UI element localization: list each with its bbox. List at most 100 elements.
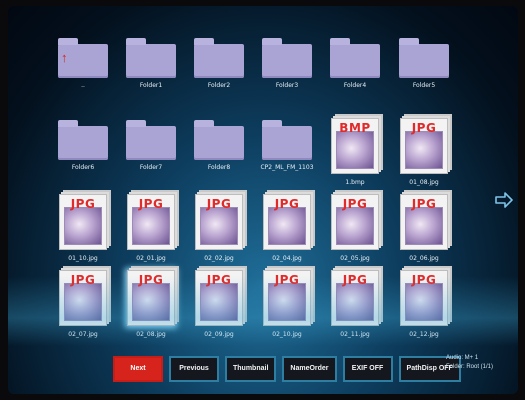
image-thumbnail-item[interactable]: JPG 02_08.jpg [120,270,182,340]
file-format-badge: JPG [206,197,232,211]
photo-preview [268,283,306,321]
photo-preview [405,131,443,169]
next-page-arrow-icon[interactable] [494,190,514,210]
folder-item[interactable]: Folder7 [120,118,182,188]
folder-icon [58,120,108,160]
up-arrow-icon: ↑ [61,50,68,65]
image-file-icon: JPG [331,270,379,326]
exif-off-button[interactable]: EXIF OFF [342,356,393,382]
image-file-icon: JPG [59,270,107,326]
folder-icon [399,38,449,78]
folder-icon [262,120,312,160]
file-format-badge: JPG [342,273,368,287]
previous-button[interactable]: Previous [169,356,219,382]
item-label: .. [81,82,85,89]
image-file-icon: BMP [331,118,379,174]
file-format-badge: JPG [274,197,300,211]
file-format-badge: JPG [411,121,437,135]
photo-preview [132,207,170,245]
item-label: Folder7 [139,164,163,171]
file-format-badge: JPG [138,197,164,211]
image-file-icon: JPG [195,270,243,326]
item-label: Folder5 [412,82,436,89]
folder-item[interactable]: Folder3 [256,36,318,106]
item-label: 02_12.jpg [409,331,439,338]
folder-icon [126,38,176,78]
image-file-icon: JPG [400,118,448,174]
photo-preview [132,283,170,321]
item-label: 02_06.jpg [409,255,439,262]
photo-preview [405,283,443,321]
image-thumbnail-item[interactable]: JPG 02_06.jpg [393,194,455,264]
file-format-badge: JPG [206,273,232,287]
item-label: Folder4 [343,82,367,89]
file-format-badge: JPG [342,197,368,211]
photo-browser-screen: ↑.. Folder1 Folder2 Folder3 Folder4 Folder5 Fo… [8,6,518,394]
nameorder-button[interactable]: NameOrder [282,356,337,382]
image-file-icon: JPG [331,194,379,250]
image-thumbnail-item[interactable]: JPG 02_07.jpg [52,270,114,340]
image-thumbnail-item[interactable]: JPG 02_05.jpg [324,194,386,264]
file-format-badge: JPG [274,273,300,287]
folder-item[interactable]: Folder1 [120,36,182,106]
item-label: 02_07.jpg [68,331,98,338]
file-format-badge: JPG [411,273,437,287]
item-label: 01_10.jpg [68,255,98,262]
photo-preview [200,283,238,321]
folder-item[interactable]: Folder8 [188,118,250,188]
folder-icon [126,120,176,160]
photo-preview [336,283,374,321]
folder-item[interactable]: Folder5 [393,36,455,106]
item-label: Folder6 [71,164,95,171]
file-format-badge: JPG [411,197,437,211]
folder-item[interactable]: CP2_ML_FM_1103 [256,118,318,188]
file-format-badge: BMP [339,121,371,135]
folder-item[interactable]: Folder6 [52,118,114,188]
image-file-icon: JPG [59,194,107,250]
image-file-icon: JPG [400,270,448,326]
image-thumbnail-item[interactable]: JPG 02_01.jpg [120,194,182,264]
image-thumbnail-item[interactable]: JPG 01_10.jpg [52,194,114,264]
file-format-badge: JPG [138,273,164,287]
folder-item[interactable]: ↑.. [52,36,114,106]
item-label: 02_11.jpg [340,331,370,338]
photo-preview [64,283,102,321]
image-thumbnail-item[interactable]: JPG 02_09.jpg [188,270,250,340]
file-format-badge: JPG [70,197,96,211]
folder-status: Folder: Root (1/1) [446,364,494,370]
item-label: 02_02.jpg [204,255,234,262]
folder-item[interactable]: Folder2 [188,36,250,106]
item-label: 02_05.jpg [340,255,370,262]
folder-icon: ↑ [58,38,108,78]
photo-preview [64,207,102,245]
image-thumbnail-item[interactable]: BMP 1.bmp [324,118,386,188]
item-label: 02_04.jpg [272,255,302,262]
image-thumbnail-item[interactable]: JPG 02_04.jpg [256,194,318,264]
photo-preview [405,207,443,245]
status-info: Audio: M+ 1 Folder: Root (1/1) [446,354,493,372]
item-label: Folder2 [207,82,231,89]
folder-item[interactable]: Folder4 [324,36,386,106]
image-thumbnail-item[interactable]: JPG 02_12.jpg [393,270,455,340]
folder-icon [194,120,244,160]
item-label: 02_10.jpg [272,331,302,338]
item-label: Folder1 [139,82,163,89]
image-thumbnail-item[interactable]: JPG 02_11.jpg [324,270,386,340]
image-file-icon: JPG [263,270,311,326]
button-bar: Next Previous Thumbnail NameOrder EXIF OFF Pa… [113,356,461,382]
image-thumbnail-item[interactable]: JPG 01_08.jpg [393,118,455,188]
file-format-badge: JPG [70,273,96,287]
next-button[interactable]: Next [113,356,163,382]
item-label: 1.bmp [345,179,365,186]
photo-preview [336,207,374,245]
image-thumbnail-item[interactable]: JPG 02_02.jpg [188,194,250,264]
image-thumbnail-item[interactable]: JPG 02_10.jpg [256,270,318,340]
photo-preview [200,207,238,245]
photo-preview [336,131,374,169]
audio-status: Audio: M+ 1 [446,355,479,361]
item-label: Folder8 [207,164,231,171]
image-file-icon: JPG [263,194,311,250]
thumbnail-button[interactable]: Thumbnail [225,356,277,382]
thumbnail-grid: ↑.. Folder1 Folder2 Folder3 Folder4 Folder5 Fo… [52,36,462,356]
image-file-icon: JPG [127,194,175,250]
